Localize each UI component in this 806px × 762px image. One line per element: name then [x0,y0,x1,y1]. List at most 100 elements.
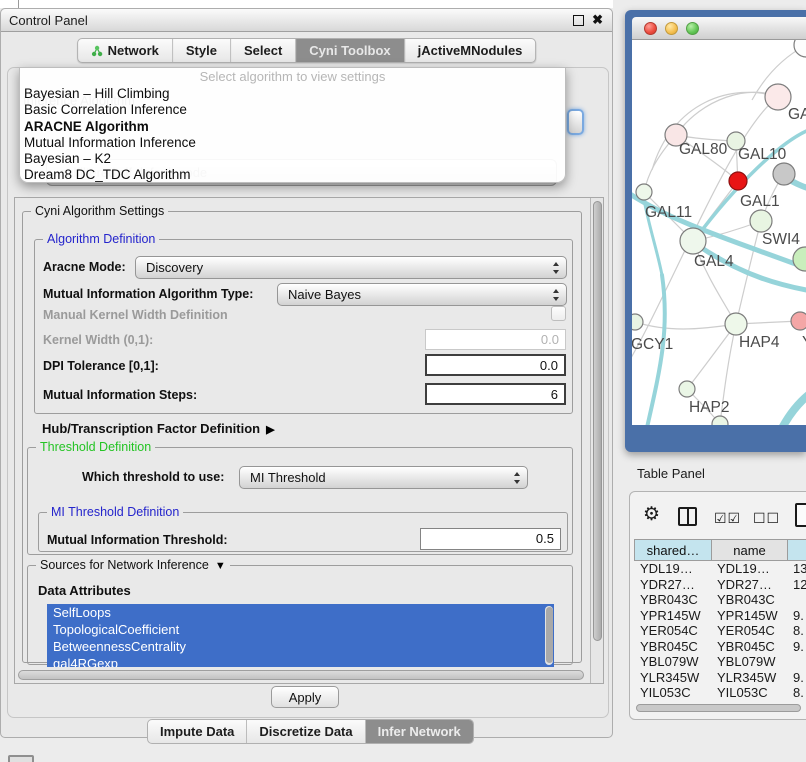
table-row[interactable]: YDR27…YDR27…12 [634,577,806,593]
table-cell: 13 [787,561,806,577]
table-cell: YDL19… [711,561,787,577]
scrollbar-thumb[interactable] [546,607,553,663]
table-row[interactable]: YDL19…YDL19…13 [634,561,806,577]
hub-definition-expander[interactable]: Hub/Transcription Factor Definition▶ [42,421,275,436]
mi-steps-field[interactable]: 6 [425,383,566,405]
network-edge [676,92,778,135]
table-cell [787,654,806,670]
network-edge [635,322,736,329]
attribute-item[interactable]: gal4RGexp [47,655,554,667]
collapse-down-icon: ▼ [215,560,226,572]
algorithm-item[interactable]: Basic Correlation Inference [20,102,565,118]
network-node-hap4[interactable] [725,313,747,335]
table-row[interactable]: YLR345WYLR345W9. [634,670,806,686]
tab-discretize-data[interactable]: Discretize Data [247,720,365,743]
network-node-gcy1[interactable] [632,314,643,330]
tab-infer-network[interactable]: Infer Network [366,720,473,743]
attributes-list-scrollbar[interactable] [545,606,553,665]
float-window-icon[interactable] [573,15,584,26]
network-node-gal1[interactable] [750,210,772,232]
sources-group-title[interactable]: Sources for Network Inference▼ [36,558,230,572]
which-threshold-label: Which threshold to use: [82,470,224,484]
table-cell: YBR045C [634,639,711,655]
scrollbar-thumb[interactable] [18,670,584,680]
attribute-item[interactable]: BetweennessCentrality [47,638,554,655]
node-label-gal80: GAL80 [679,141,728,158]
scrollbar-thumb[interactable] [593,201,602,641]
split-columns-icon[interactable] [678,507,697,526]
network-node-partial-top-node[interactable] [794,40,806,57]
algorithm-item[interactable]: Mutual Information Inference [20,135,565,151]
table-row[interactable]: YBR043CYBR043C [634,592,806,608]
cyni-bottom-tab-bar: Impute DataDiscretize DataInfer Network [147,719,474,744]
table-cell: 8. [787,685,806,701]
checked-pair-icon[interactable]: ☑☑ [714,510,741,527]
node-label-gcy1: GCY1 [632,336,673,353]
table-body: YDL19…YDL19…13YDR27…YDR27…12YBR043CYBR04… [634,561,806,701]
attribute-item[interactable]: TopologicalCoefficient [47,621,554,638]
apply-button[interactable]: Apply [271,686,339,708]
table-cell: 12 [787,577,806,593]
zoom-traffic-light-icon[interactable] [686,22,699,35]
network-canvas[interactable]: GAL7GAL80GAL10GAL1GAL11SWI4GAL4GCY1HAP4Y… [632,40,806,425]
table-cell: YIL053C [711,685,787,701]
mi-type-combo[interactable]: Naive Bayes [277,283,567,306]
algorithm-combo-fragment[interactable] [567,109,584,135]
column-header[interactable]: shared… [634,539,711,561]
network-node-gal4[interactable] [680,228,706,254]
dpi-tolerance-field[interactable]: 0.0 [425,354,566,376]
table-row[interactable]: YBR045CYBR045C9. [634,639,806,655]
close-icon[interactable]: ✖ [592,12,603,28]
which-threshold-combo[interactable]: MI Threshold [239,466,528,489]
aracne-mode-combo[interactable]: Discovery [135,256,567,279]
column-header[interactable]: name [711,539,787,561]
gear-icon[interactable]: ⚙ [643,503,660,526]
tab-cyni-toolbox[interactable]: Cyni Toolbox [296,39,404,62]
combo-arrows-icon [553,289,560,301]
node-label-gal7: GAL7 [788,106,806,123]
horizontal-scrollbar[interactable] [16,669,589,682]
network-node-gal11[interactable] [636,184,652,200]
network-node-hap2[interactable] [679,381,695,397]
data-attributes-list[interactable]: SelfLoopsTopologicalCoefficientBetweenne… [47,604,554,667]
tab-impute-data[interactable]: Impute Data [148,720,247,743]
control-panel-titlebar[interactable]: Control Panel ✖ [1,9,612,32]
unchecked-pair-icon[interactable]: ☐☐ [753,510,780,527]
algorithm-item[interactable]: Dream8 DC_TDC Algorithm [20,167,565,183]
tab-select[interactable]: Select [231,39,296,62]
vertical-scrollbar[interactable] [590,198,603,683]
tab-style[interactable]: Style [173,39,231,62]
column-header[interactable] [787,539,806,561]
table-row[interactable]: YPR145WYPR145W9. [634,608,806,624]
table-row[interactable]: YBL079WYBL079W [634,654,806,670]
network-window-titlebar[interactable] [632,17,806,40]
table-cell: YDL19… [634,561,711,577]
table-row[interactable]: YIL053CYIL053C8. [634,685,806,701]
mi-threshold-field[interactable]: 0.5 [420,528,561,550]
table-cell: YBL079W [711,654,787,670]
table-cell: YBR043C [711,592,787,608]
algorithm-item[interactable]: Bayesian – K2 [20,151,565,167]
table-row[interactable]: YER054CYER054C8. [634,623,806,639]
document-icon[interactable] [795,503,806,527]
threshold-definition-title: Threshold Definition [36,440,155,454]
table-horizontal-scrollbar[interactable] [636,704,801,712]
network-view-window[interactable]: GAL7GAL80GAL10GAL1GAL11SWI4GAL4GCY1HAP4Y… [625,10,806,452]
network-edge [632,97,778,370]
tab-network[interactable]: Network [78,39,173,62]
attribute-item[interactable]: SelfLoops [47,604,554,621]
network-node-swi4[interactable] [793,247,806,271]
tab-jactivemnodules[interactable]: jActiveMNodules [405,39,536,62]
manual-kernel-checkbox[interactable] [551,306,566,321]
network-node-red-node[interactable] [729,172,747,190]
network-graph: GAL7GAL80GAL10GAL1GAL11SWI4GAL4GCY1HAP4Y… [632,40,806,425]
close-traffic-light-icon[interactable] [644,22,657,35]
network-node-y[interactable] [791,312,806,330]
node-label-gal10: GAL10 [738,146,787,163]
network-node-gray-node[interactable] [773,163,795,185]
kernel-width-field[interactable]: 0.0 [425,329,566,350]
algorithm-item[interactable]: ARACNE Algorithm [20,119,565,135]
minimize-traffic-light-icon[interactable] [665,22,678,35]
algorithm-item[interactable]: Bayesian – Hill Climbing [20,86,565,102]
app-root: Control Panel ✖ NetworkStyleSelectCyni T… [0,0,806,762]
